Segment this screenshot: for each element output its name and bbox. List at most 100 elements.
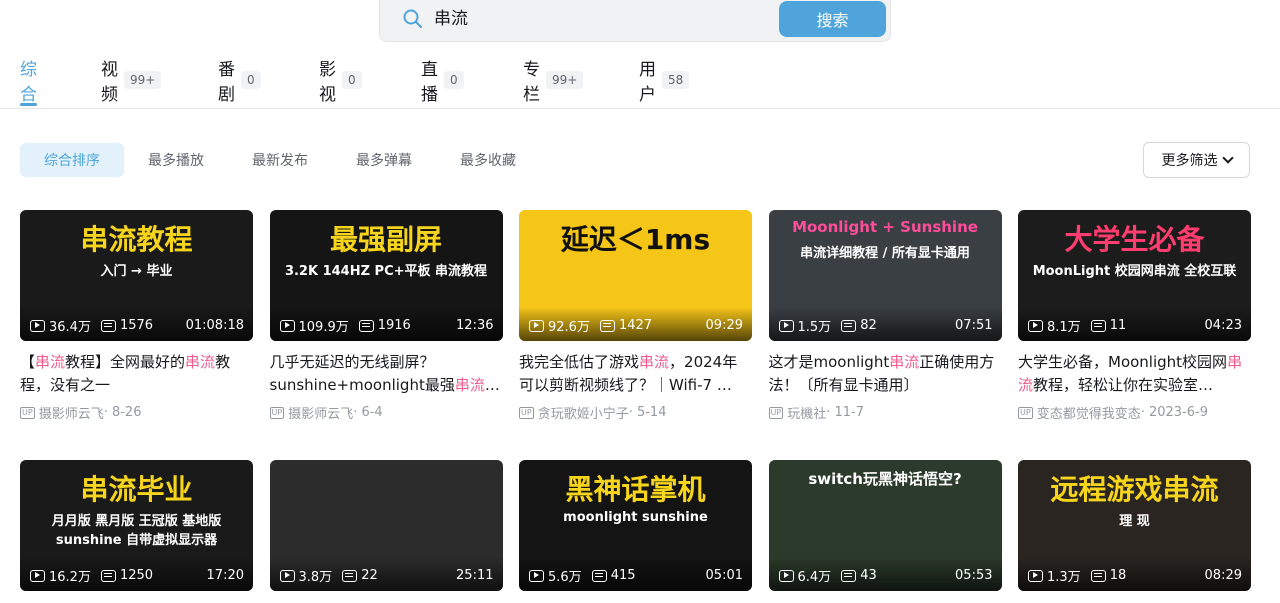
search-input[interactable]: 串流 [434,6,468,32]
play-count-icon [529,569,544,582]
video-duration: 08:29 [1204,568,1242,583]
thumbnail-text: 大学生必备 [1064,223,1205,256]
thumbnail-text: 远程游戏串流 [1050,473,1219,506]
danmaku-icon [591,569,607,582]
video-card[interactable]: 最强副屏 3.2K 144HZ PC+平板 串流教程 109.9万 1916 12:36… [269,210,503,422]
play-count: 36.4万 [49,320,91,335]
tab-label: 视频 [101,60,118,105]
title-text: 这才是moonlight [768,353,890,371]
video-thumbnail[interactable]: 大学生必备 MoonLight 校园网串流 全校互联 8.1万 11 04:23 [1018,210,1251,341]
video-author[interactable]: UP 摄影师云飞 · 6-4 [269,403,503,422]
danmaku-icon [100,319,116,332]
video-stats: 3.8万 22 25:11 [279,566,494,585]
video-stats: 5.6万 415 05:01 [529,566,743,585]
video-thumbnail[interactable]: 串流毕业 月月版 黑月版 王冠版 基地版 sunshine 自带虚拟显示器 16.2… [20,460,253,591]
sort-option-4[interactable]: 最多收藏 [436,143,540,177]
search-button[interactable]: 搜索 [779,1,886,37]
search-bar: 串流 搜索 [379,0,891,42]
thumbnail-subtext: 月月版 黑月版 王冠版 基地版 sunshine 自带虚拟显示器 [51,514,222,548]
video-card[interactable]: 黑神话掌机 moonlight sunshine 5.6万 415 05:01 [519,460,752,591]
video-author[interactable]: UP 摄影师云飞 · 8-26 [20,403,253,422]
video-title[interactable]: 这才是moonlight串流正确使用方法！〔所有显卡通用〕 [769,351,1002,397]
video-title[interactable]: 几乎无延迟的无线副屏？sunshine+moonlight最强串流！【… [270,351,503,397]
up-icon: UP [768,406,784,419]
video-author[interactable]: UP 变态都觉得我变态 · 2023-6-9 [1018,403,1251,422]
video-stats: 109.9万 1916 12:36 [279,316,494,335]
play-count: 1.5万 [797,320,832,335]
video-card[interactable]: switch玩黑神话悟空? 6.4万 43 05:53 [768,460,1002,591]
play-count: 6.4万 [797,570,832,585]
video-card[interactable]: 串流教程 入门 → 毕业 36.4万 1576 01:08:18 【串流教程】全网最好的串… [20,210,253,422]
video-title[interactable]: 大学生必备，Moonlight校园网串流教程，轻松让你在实验室… [1018,351,1251,397]
video-card[interactable]: 延迟＜1ms 92.6万 1427 09:29 我完全低估了游戏串流，2024年可以剪断… [519,210,752,422]
danmaku-icon [1090,319,1106,332]
play-count: 3.8万 [298,570,333,585]
play-count: 92.6万 [548,320,590,335]
video-thumbnail[interactable]: 串流教程 入门 → 毕业 36.4万 1576 01:08:18 [20,210,253,341]
tab-1[interactable]: 视频 99+ [101,60,162,105]
sort-options: 综合排序 最多播放 最新发布 最多弹幕 最多收藏 [20,143,540,177]
search-icon [403,9,422,28]
video-author[interactable]: UP 玩機社 · 11-7 [768,403,1002,422]
thumbnail-subtext: 串流详细教程 / 所有显卡通用 [800,246,970,261]
video-stats: 16.2万 1250 17:20 [30,566,244,585]
play-count: 8.1万 [1047,320,1081,335]
video-card[interactable]: 远程游戏串流理 现 1.3万 18 08:29 [1018,460,1251,591]
sort-option-0[interactable]: 综合排序 [20,143,124,177]
video-author[interactable]: UP 贪玩歌姬小宁子 · 5-14 [519,403,752,422]
tab-count-badge: 99+ [546,71,584,89]
tab-3[interactable]: 影视 0 [319,60,362,105]
danmaku-count: 1250 [119,568,154,583]
tab-5[interactable]: 专栏 99+ [523,60,584,105]
danmaku-count: 22 [361,568,378,583]
tab-4[interactable]: 直播 0 [421,60,464,105]
publish-date: · 6-4 [353,405,383,420]
video-card[interactable]: Moonlight + Sunshine 串流详细教程 / 所有显卡通用 1.5万 8… [768,210,1002,422]
video-duration: 17:20 [206,568,244,583]
play-count: 5.6万 [548,570,582,585]
video-thumbnail[interactable]: 最强副屏 3.2K 144HZ PC+平板 串流教程 109.9万 1916 12:36 [269,210,503,341]
title-text: 教程】全网最好的 [65,353,186,371]
author-name: 摄影师云飞 [288,407,354,422]
tab-6[interactable]: 用户 58 [639,60,690,105]
up-icon: UP [1018,406,1033,419]
thumbnail-subtext: 入门 → 毕业 [100,264,173,279]
thumbnail-text: Moonlight + Sunshine [792,218,978,236]
sort-option-2[interactable]: 最新发布 [228,143,332,177]
tab-label: 直播 [421,60,438,105]
tab-0[interactable]: 综合 [20,60,37,106]
divider [0,108,1280,109]
video-card[interactable]: 大学生必备 MoonLight 校园网串流 全校互联 8.1万 11 04:23 大学生必… [1018,210,1251,422]
video-thumbnail[interactable]: Moonlight + Sunshine 串流详细教程 / 所有显卡通用 1.5万 8… [768,210,1002,341]
video-card[interactable]: 串流毕业 月月版 黑月版 王冠版 基地版 sunshine 自带虚拟显示器 16.2… [20,460,253,591]
sort-option-3[interactable]: 最多弹幕 [332,143,436,177]
video-title[interactable]: 我完全低估了游戏串流，2024年可以剪断视频线了？｜Wifi-7 … [519,351,752,397]
video-duration: 04:23 [1204,318,1242,333]
author-name: 摄影师云飞 [38,407,104,422]
danmaku-icon [841,569,857,582]
danmaku-icon [358,319,374,332]
video-thumbnail[interactable]: switch玩黑神话悟空? 6.4万 43 05:53 [768,460,1002,591]
video-thumbnail[interactable]: 3.8万 22 25:11 [269,460,503,591]
video-title[interactable]: 【串流教程】全网最好的串流教程，没有之一 [20,351,253,397]
play-count: 16.2万 [49,570,91,585]
chevron-down-icon [1221,152,1234,164]
danmaku-count: 18 [1109,568,1127,583]
sort-option-1[interactable]: 最多播放 [124,143,228,177]
video-card[interactable]: 3.8万 22 25:11 [269,460,503,591]
tab-2[interactable]: 番剧 0 [218,60,261,105]
author-name: 玩機社 [787,407,827,422]
video-duration: 12:36 [456,318,494,333]
title-text: 几乎无延迟的无线副屏？sunshine+moonlight最强 [269,353,455,394]
tab-label: 综合 [20,60,37,105]
publish-date: · 5-14 [628,405,667,420]
up-icon: UP [20,406,35,419]
more-filter-button[interactable]: 更多筛选 [1143,142,1250,178]
tab-count-badge: 0 [241,71,261,89]
danmaku-icon [599,319,615,332]
video-thumbnail[interactable]: 远程游戏串流理 现 1.3万 18 08:29 [1018,460,1251,591]
video-thumbnail[interactable]: 黑神话掌机 moonlight sunshine 5.6万 415 05:01 [519,460,752,591]
tab-count-badge: 99+ [124,71,162,89]
tab-label: 用户 [639,60,656,105]
video-thumbnail[interactable]: 延迟＜1ms 92.6万 1427 09:29 [519,210,752,341]
